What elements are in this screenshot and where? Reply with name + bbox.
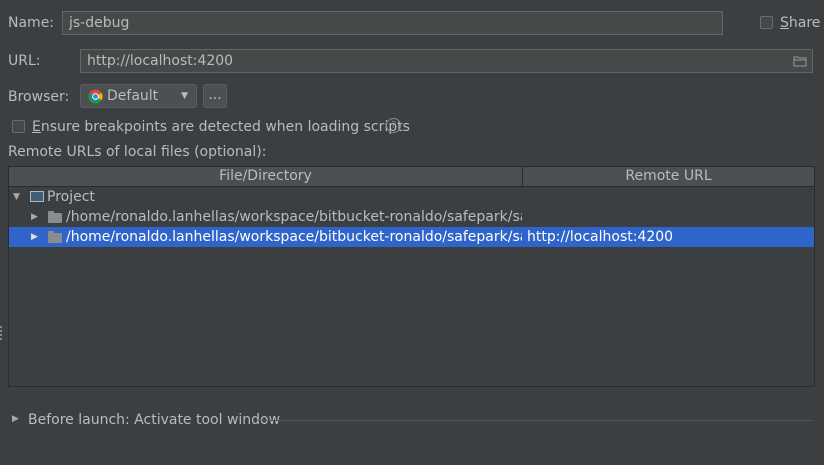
file-path: /home/ronaldo.lanhellas/workspace/bitbuc…: [66, 209, 522, 225]
column-header-file-directory[interactable]: File/Directory: [9, 167, 522, 186]
remote-urls-label: Remote URLs of local files (optional):: [8, 144, 267, 160]
name-label: Name:: [8, 15, 55, 31]
folder-browse-icon[interactable]: [793, 55, 807, 67]
chrome-icon: [88, 89, 103, 104]
browser-more-button[interactable]: ...: [203, 84, 227, 108]
collapsed-arrow-icon[interactable]: ▶: [31, 227, 38, 247]
table-row-selected[interactable]: ▶ /home/ronaldo.lanhellas/workspace/bitb…: [9, 227, 814, 247]
share-checkbox[interactable]: [760, 16, 773, 29]
browser-select[interactable]: Default ▼: [80, 84, 197, 108]
column-header-remote-url[interactable]: Remote URL: [523, 167, 814, 186]
name-input[interactable]: js-debug: [62, 11, 723, 35]
tree-row-project[interactable]: ▼ Project: [9, 187, 814, 207]
url-value: http://localhost:4200: [87, 53, 234, 69]
help-icon[interactable]: ?: [386, 118, 401, 133]
expand-arrow-icon[interactable]: ▼: [13, 187, 20, 207]
ensure-breakpoints-label: Ensure breakpoints are detected when loa…: [32, 119, 410, 135]
project-icon: [30, 191, 44, 202]
browser-value: Default: [107, 88, 159, 104]
chevron-down-icon: ▼: [181, 91, 188, 101]
divider: [258, 420, 813, 421]
resize-handle[interactable]: [0, 326, 4, 340]
ensure-breakpoints-checkbox[interactable]: [12, 120, 25, 133]
browser-label: Browser:: [8, 89, 70, 105]
collapsed-arrow-icon[interactable]: ▶: [12, 414, 19, 424]
table-header: File/Directory Remote URL: [9, 167, 814, 187]
remote-url[interactable]: http://localhost:4200: [527, 227, 673, 247]
url-input[interactable]: http://localhost:4200: [80, 49, 813, 73]
remote-urls-table[interactable]: File/Directory Remote URL ▼ Project ▶ /h…: [8, 166, 815, 387]
tree-row-label: Project: [47, 189, 95, 205]
file-path: /home/ronaldo.lanhellas/workspace/bitbuc…: [66, 229, 522, 245]
folder-icon: [48, 231, 62, 243]
folder-icon: [48, 211, 62, 223]
url-label: URL:: [8, 53, 41, 69]
collapsed-arrow-icon[interactable]: ▶: [31, 207, 38, 227]
share-label: Share: [780, 15, 821, 31]
before-launch-label[interactable]: Before launch: Activate tool window: [28, 411, 280, 429]
table-row[interactable]: ▶ /home/ronaldo.lanhellas/workspace/bitb…: [9, 207, 814, 227]
